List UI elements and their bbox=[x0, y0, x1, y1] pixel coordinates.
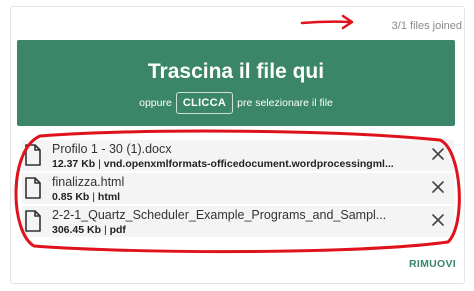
remove-file-icon[interactable] bbox=[430, 179, 446, 195]
file-type: html bbox=[97, 191, 121, 203]
file-list: Profilo 1 - 30 (1).docx 12.37 Kb | vnd.o… bbox=[22, 140, 454, 239]
file-item: 2-2-1_Quartz_Scheduler_Example_Programs_… bbox=[22, 206, 454, 237]
file-type: vnd.openxmlformats-officedocument.wordpr… bbox=[103, 158, 394, 170]
remove-file-icon[interactable] bbox=[430, 146, 446, 162]
remove-all-button[interactable]: RIMUOVI bbox=[409, 258, 456, 270]
file-meta: 12.37 Kb | vnd.openxmlformats-officedocu… bbox=[52, 158, 394, 170]
file-meta: 0.85 Kb | html bbox=[52, 191, 121, 203]
files-count-status: 3/1 files joined bbox=[391, 20, 462, 32]
drop-zone-title: Trascina il file qui bbox=[147, 60, 325, 83]
file-meta: 306.45 Kb | pdf bbox=[52, 224, 126, 236]
file-size: 12.37 Kb bbox=[52, 158, 96, 170]
remove-file-icon[interactable] bbox=[430, 212, 446, 228]
drop-sub-prefix: oppure bbox=[139, 97, 172, 109]
file-item: finalizza.html 0.85 Kb | html bbox=[22, 173, 454, 204]
file-name: 2-2-1_Quartz_Scheduler_Example_Programs_… bbox=[52, 208, 387, 222]
file-type: pdf bbox=[109, 224, 126, 236]
document-icon bbox=[25, 144, 41, 166]
file-name: finalizza.html bbox=[52, 175, 125, 189]
browse-button[interactable]: CLICCA bbox=[175, 92, 234, 114]
drop-zone[interactable]: Trascina il file qui oppure CLICCA pre s… bbox=[17, 40, 455, 126]
drop-zone-subtitle: oppure CLICCA pre selezionare il file bbox=[17, 92, 455, 114]
annotation-arrow bbox=[300, 14, 354, 30]
drop-sub-suffix: pre selezionare il file bbox=[237, 97, 333, 109]
document-icon bbox=[25, 177, 41, 199]
file-size: 306.45 Kb bbox=[52, 224, 102, 236]
file-size: 0.85 Kb bbox=[52, 191, 90, 203]
file-item: Profilo 1 - 30 (1).docx 12.37 Kb | vnd.o… bbox=[22, 140, 454, 171]
document-icon bbox=[25, 210, 41, 232]
file-name: Profilo 1 - 30 (1).docx bbox=[52, 142, 172, 156]
